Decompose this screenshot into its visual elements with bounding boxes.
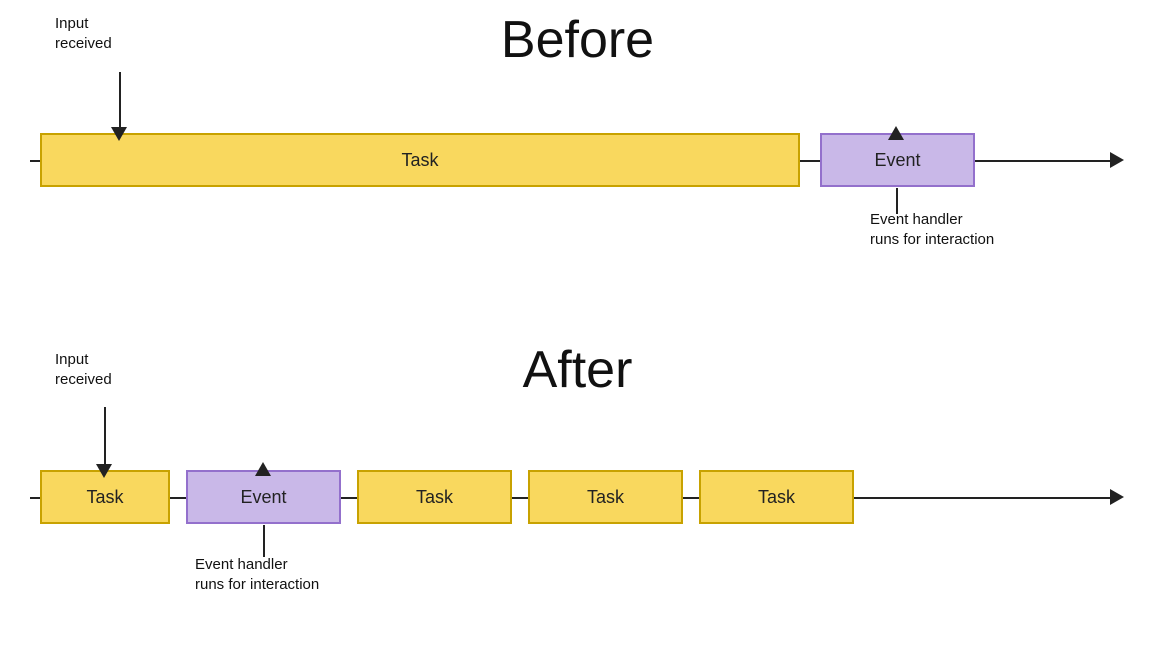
after-event-box: Event (186, 470, 341, 524)
before-arrow-right (1110, 152, 1124, 168)
after-task3-box: Task (528, 470, 683, 524)
after-task3-label: Task (587, 487, 624, 508)
after-input-arrow-line (104, 407, 106, 470)
after-input-arrow-head (96, 464, 112, 478)
before-event-handler-arrow-line (896, 188, 898, 214)
before-event-handler-arrow-head (888, 126, 904, 140)
after-task2-label: Task (416, 487, 453, 508)
before-event-label: Event (874, 150, 920, 171)
after-task4-label: Task (758, 487, 795, 508)
before-task-label: Task (401, 150, 438, 171)
after-task1-box: Task (40, 470, 170, 524)
after-event-handler-arrow-line (263, 525, 265, 557)
after-task4-box: Task (699, 470, 854, 524)
before-input-received-label: Input received (55, 14, 112, 53)
after-input-received-label: Input received (55, 350, 112, 389)
before-title: Before (501, 10, 654, 70)
before-input-arrow-head (111, 127, 127, 141)
after-event-handler-arrow-head (255, 462, 271, 476)
before-event-handler-label: Event handler runs for interaction (870, 210, 994, 249)
before-task-box: Task (40, 133, 800, 187)
before-input-arrow-line (119, 72, 121, 133)
after-task1-label: Task (86, 487, 123, 508)
after-event-label: Event (240, 487, 286, 508)
diagram-container: Before Task Event Input received Event h… (0, 0, 1155, 647)
after-arrow-right (1110, 489, 1124, 505)
after-task2-box: Task (357, 470, 512, 524)
after-event-handler-label: Event handler runs for interaction (195, 555, 319, 594)
before-event-box: Event (820, 133, 975, 187)
after-title: After (523, 340, 633, 400)
